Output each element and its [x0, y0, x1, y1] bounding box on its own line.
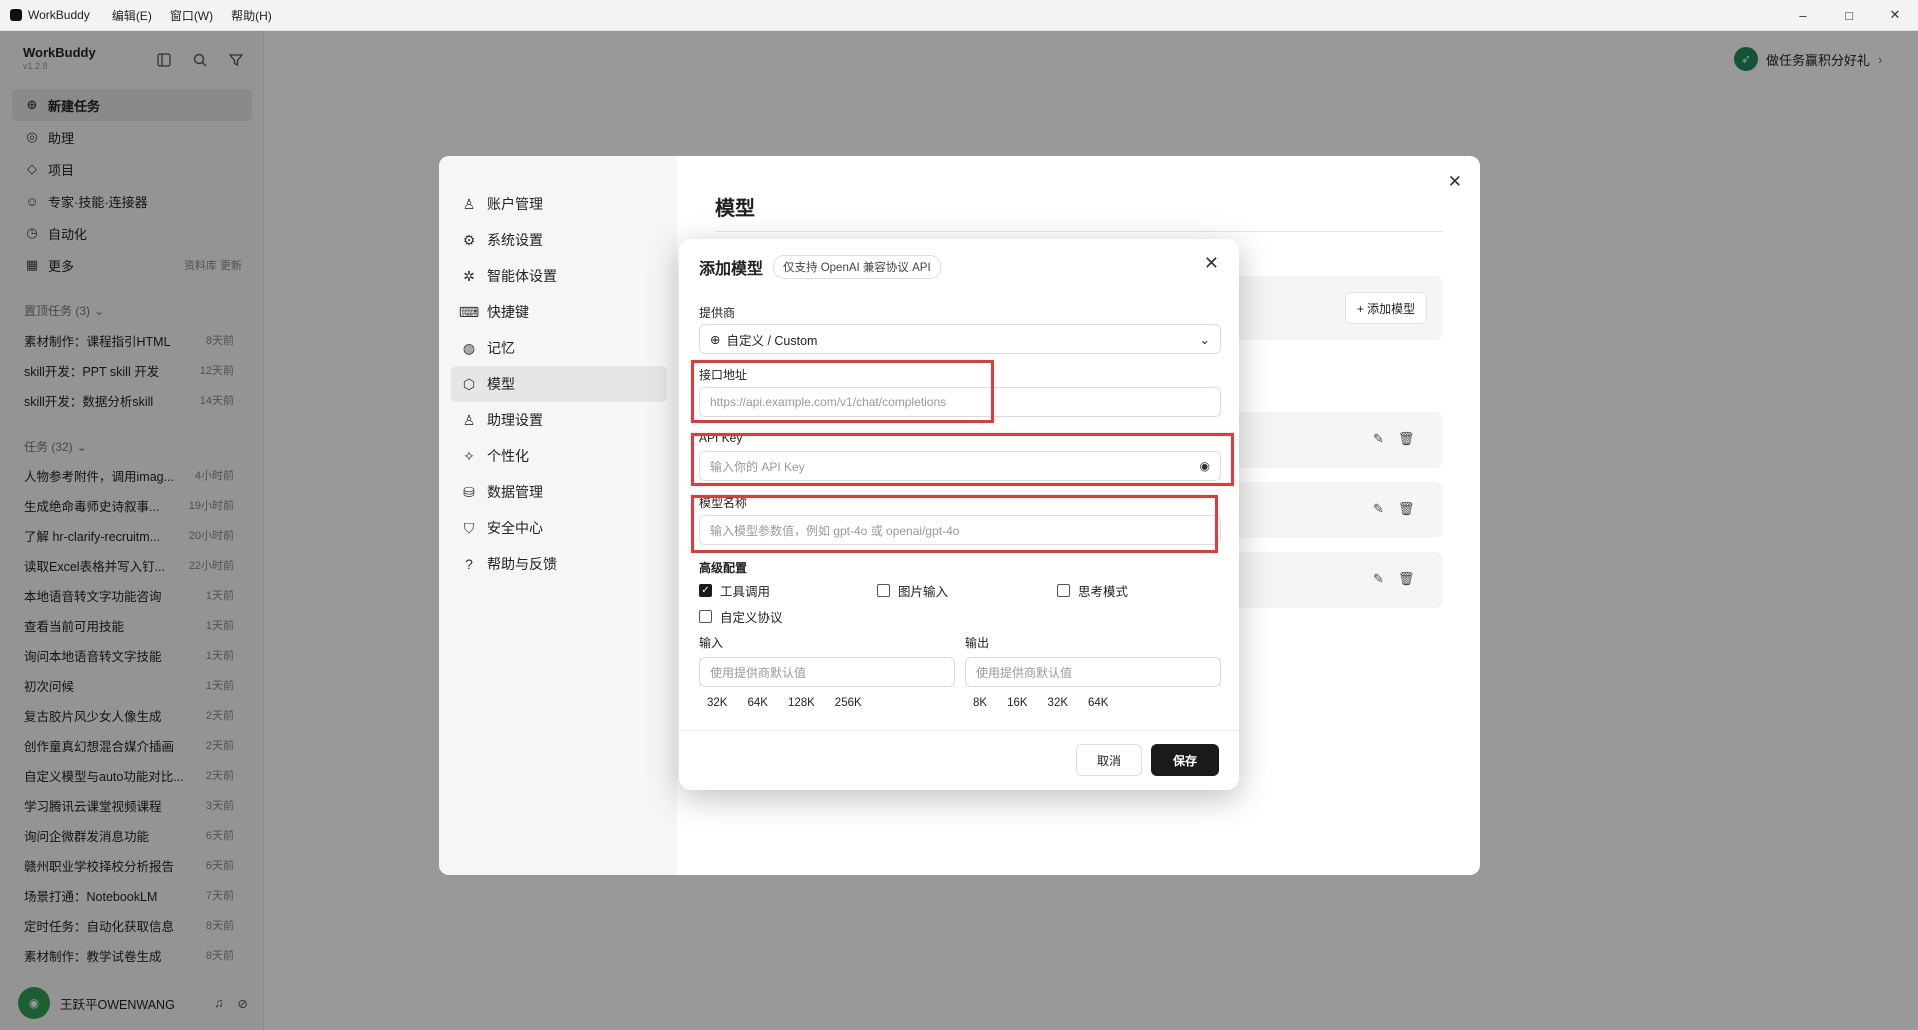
settings-item-system[interactable]: ⚙ 系统设置: [451, 222, 667, 258]
apikey-label: API Key: [699, 431, 743, 445]
settings-item-model[interactable]: ⬡ 模型: [451, 366, 667, 402]
apikey-input[interactable]: 输入你的 API Key ◉: [699, 451, 1221, 481]
edit-icon[interactable]: ✎: [1373, 431, 1384, 447]
assistant-icon: ♙: [462, 411, 476, 428]
settings-nav: ♙ 账户管理 ⚙ 系统设置 ✲ 智能体设置 ⌨ 快捷键 ◍ 记忆 ⬡ 模型 ♙ 助理设置 ✧ 个…: [451, 186, 667, 582]
user-icon: ♙: [462, 195, 476, 212]
settings-item-assistant[interactable]: ♙ 助理设置: [451, 402, 667, 438]
divider: [679, 730, 1239, 731]
chip[interactable]: 8K: [973, 697, 987, 709]
modal-close-button[interactable]: ✕: [1204, 253, 1219, 274]
provider-select[interactable]: ⊕ 自定义 / Custom ⌄: [699, 324, 1221, 354]
trash-icon[interactable]: 🗑: [1398, 571, 1415, 587]
settings-item-security[interactable]: ⛉ 安全中心: [451, 510, 667, 546]
settings-sidebar: ♙ 账户管理 ⚙ 系统设置 ✲ 智能体设置 ⌨ 快捷键 ◍ 记忆 ⬡ 模型 ♙ 助理设置 ✧ 个…: [439, 156, 677, 875]
add-model-modal: 添加模型 仅支持 OpenAI 兼容协议 API ✕ 提供商 ⊕ 自定义 / C…: [679, 239, 1239, 790]
trash-icon[interactable]: 🗑: [1398, 431, 1415, 447]
chip[interactable]: 16K: [1007, 697, 1027, 709]
sparkle-icon: ✧: [463, 447, 475, 464]
chevron-down-icon: ⌄: [1199, 332, 1210, 347]
chip[interactable]: 32K: [1048, 697, 1068, 709]
menu-help[interactable]: 帮助(H): [231, 7, 272, 24]
divider: [715, 231, 1443, 232]
maximize-button[interactable]: □: [1826, 0, 1872, 31]
gear-icon: ⚙: [462, 231, 476, 248]
edit-icon[interactable]: ✎: [1373, 571, 1384, 587]
output-chip-group: 8K 16K 32K 64K: [973, 697, 1108, 709]
help-icon: ?: [465, 556, 473, 572]
add-model-button[interactable]: + 添加模型: [1345, 292, 1427, 324]
settings-title: 模型: [715, 198, 755, 220]
eye-icon[interactable]: ◉: [1200, 459, 1210, 473]
endpoint-label: 接口地址: [699, 368, 748, 382]
edit-icon[interactable]: ✎: [1373, 501, 1384, 517]
chip[interactable]: 256K: [835, 697, 862, 709]
settings-item-help[interactable]: ? 帮助与反馈: [451, 546, 667, 582]
image-input-checkbox[interactable]: 图片输入: [877, 581, 948, 600]
title-bar: WorkBuddy 编辑(E) 窗口(W) 帮助(H) – □ ✕: [0, 0, 1918, 31]
modelname-label: 模型名称: [699, 496, 748, 510]
plus-circle-icon: ⊕: [710, 332, 721, 347]
chip[interactable]: 64K: [747, 697, 767, 709]
advanced-label: 高级配置: [699, 561, 748, 575]
settings-close-button[interactable]: ✕: [1448, 172, 1462, 192]
provider-label: 提供商: [699, 306, 736, 320]
chip[interactable]: 32K: [707, 697, 727, 709]
menu-window[interactable]: 窗口(W): [170, 7, 213, 24]
modelname-input[interactable]: 输入模型参数值，例如 gpt-4o 或 openai/gpt-4o: [699, 515, 1221, 545]
modal-header: 添加模型 仅支持 OpenAI 兼容协议 API: [699, 255, 941, 279]
agent-icon: ✲: [463, 267, 475, 284]
minimize-button[interactable]: –: [1780, 0, 1826, 31]
shield-icon: ⛉: [463, 519, 475, 536]
cancel-button[interactable]: 取消: [1076, 744, 1142, 776]
keyboard-icon: ⌨: [458, 303, 480, 320]
settings-item-personalize[interactable]: ✧ 个性化: [451, 438, 667, 474]
tool-call-checkbox[interactable]: ✓ 工具调用: [699, 581, 770, 600]
endpoint-input[interactable]: https://api.example.com/v1/chat/completi…: [699, 387, 1221, 417]
input-tokens-input[interactable]: 使用提供商默认值: [699, 657, 955, 687]
window-close-button[interactable]: ✕: [1872, 0, 1918, 31]
app-title: WorkBuddy: [10, 8, 90, 22]
modal-title: 添加模型: [699, 261, 764, 278]
trash-icon[interactable]: 🗑: [1398, 501, 1415, 517]
input-label: 输入: [699, 636, 724, 650]
database-icon: ⛁: [463, 483, 475, 500]
input-chip-group: 32K 64K 128K 256K: [707, 697, 862, 709]
output-tokens-input[interactable]: 使用提供商默认值: [965, 657, 1221, 687]
menu-bar: 编辑(E) 窗口(W) 帮助(H): [112, 7, 272, 24]
settings-item-shortcuts[interactable]: ⌨ 快捷键: [451, 294, 667, 330]
output-label: 输出: [965, 636, 990, 650]
menu-edit[interactable]: 编辑(E): [112, 7, 152, 24]
app-logo-icon: [10, 9, 22, 21]
cube-icon: ⬡: [462, 375, 476, 392]
window-controls: – □ ✕: [1780, 0, 1918, 31]
checkmark-icon: ✓: [699, 584, 712, 597]
settings-item-memory[interactable]: ◍ 记忆: [451, 330, 667, 366]
chip[interactable]: 128K: [788, 697, 815, 709]
custom-protocol-checkbox[interactable]: 自定义协议: [699, 607, 783, 626]
chip[interactable]: 64K: [1088, 697, 1108, 709]
settings-item-agent[interactable]: ✲ 智能体设置: [451, 258, 667, 294]
thinking-mode-checkbox[interactable]: 思考模式: [1057, 581, 1128, 600]
memory-icon: ◍: [462, 339, 476, 356]
save-button[interactable]: 保存: [1151, 744, 1219, 776]
settings-item-account[interactable]: ♙ 账户管理: [451, 186, 667, 222]
settings-item-data[interactable]: ⛁ 数据管理: [451, 474, 667, 510]
protocol-badge: 仅支持 OpenAI 兼容协议 API: [773, 255, 941, 279]
